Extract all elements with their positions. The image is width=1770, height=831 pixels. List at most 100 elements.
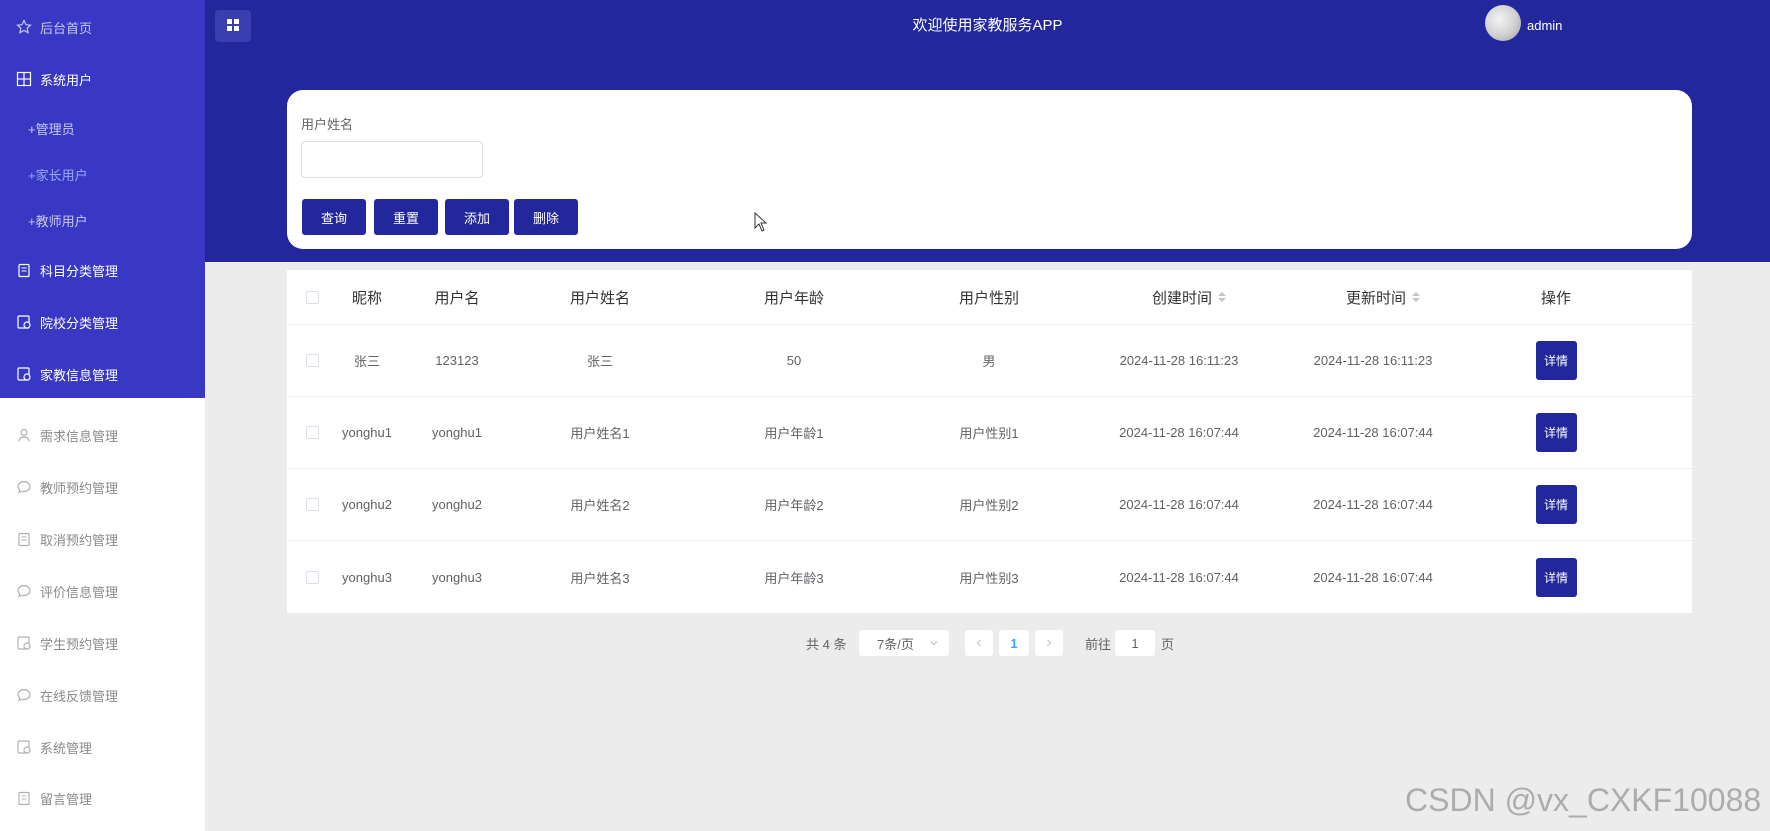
username[interactable]: admin <box>1527 18 1562 33</box>
sidebar-item-label: 科目分类管理 <box>40 263 119 279</box>
page-size-select[interactable]: 7条/页 <box>859 630 949 656</box>
sort-caret-icon[interactable] <box>1412 292 1420 302</box>
detail-button[interactable]: 详情 <box>1535 341 1577 380</box>
sidebar-item-label: 留言管理 <box>40 791 93 807</box>
cell-username: yonghu2 <box>432 497 482 512</box>
column-header: 用户年龄 <box>763 289 824 307</box>
sidebar-item-label: 评价信息管理 <box>40 584 119 600</box>
user-icon <box>16 427 32 443</box>
sidebar-item-review-info[interactable]: 评价信息管理 <box>0 571 205 611</box>
query-button[interactable]: 查询 <box>302 199 366 235</box>
cell-username: yonghu1 <box>432 425 482 440</box>
sidebar-item-label: 需求信息管理 <box>40 428 119 444</box>
select-all-checkbox[interactable] <box>305 290 319 304</box>
column-header: 用户姓名 <box>569 289 630 307</box>
cell-updated-time: 2024-11-28 16:07:44 <box>1313 497 1433 512</box>
cell-real-name: 用户姓名3 <box>570 570 630 586</box>
goto-page-input[interactable]: 1 <box>1115 630 1155 656</box>
row-checkbox[interactable] <box>305 354 319 367</box>
cell-created-time: 2024-11-28 16:07:44 <box>1119 497 1239 512</box>
page-size-label: 7条/页 <box>877 636 914 652</box>
cell-nickname: yonghu2 <box>342 497 392 512</box>
cell-gender: 用户性别3 <box>959 570 1019 586</box>
row-checkbox[interactable] <box>305 498 319 511</box>
cell-gender: 男 <box>982 354 996 369</box>
sidebar-item-system-users[interactable]: 系统用户 <box>0 59 205 99</box>
reset-button[interactable]: 重置 <box>374 199 438 235</box>
sidebar-item-label: +管理员 <box>28 121 75 137</box>
cell-real-name: 用户姓名2 <box>570 498 630 513</box>
cell-age: 50 <box>786 353 802 368</box>
sidebar-item-teacher-booking[interactable]: 教师预约管理 <box>0 467 205 507</box>
add-button[interactable]: 添加 <box>445 199 509 235</box>
next-page-button[interactable] <box>1035 630 1063 656</box>
watermark: CSDN @vx_CXKF10088 <box>1405 782 1762 818</box>
cell-username: 123123 <box>435 353 479 368</box>
sidebar-item-subject-category[interactable]: 科目分类管理 <box>0 250 205 290</box>
sidebar-item-teacher-users[interactable]: +教师用户 <box>0 200 205 240</box>
chevron-left-icon <box>974 636 984 651</box>
grid-icon <box>16 71 32 87</box>
sidebar: 后台首页 系统用户 +管理员 +家长用户 +教师用户 科目分类管理 院校分类管理… <box>0 0 205 831</box>
sidebar-item-school-category[interactable]: 院校分类管理 <box>0 302 205 342</box>
sidebar-item-home[interactable]: 后台首页 <box>0 7 205 47</box>
created-time-header[interactable]: 创建时间 <box>1099 270 1279 324</box>
cell-gender: 用户性别1 <box>959 426 1019 441</box>
sidebar-item-student-booking[interactable]: 学生预约管理 <box>0 623 205 663</box>
mouse-cursor-icon <box>754 211 768 235</box>
sort-caret-icon[interactable] <box>1218 292 1226 302</box>
cell-updated-time: 2024-11-28 16:11:23 <box>1313 353 1433 368</box>
row-checkbox[interactable] <box>305 570 319 584</box>
updated-time-header[interactable]: 更新时间 <box>1293 270 1473 324</box>
star-icon <box>16 19 32 35</box>
sidebar-item-label: 院校分类管理 <box>40 315 119 331</box>
sidebar-item-online-feedback[interactable]: 在线反馈管理 <box>0 675 205 715</box>
sidebar-item-label: 学生预约管理 <box>40 636 119 652</box>
cell-gender: 用户性别2 <box>959 498 1019 513</box>
document-icon <box>16 366 32 382</box>
cell-age: 用户年龄3 <box>764 570 824 586</box>
user-name-search-input[interactable] <box>301 141 483 178</box>
detail-button[interactable]: 详情 <box>1535 557 1577 597</box>
sidebar-item-label: 教师预约管理 <box>40 480 119 496</box>
clipboard-icon <box>16 262 32 278</box>
cell-created-time: 2024-11-28 16:11:23 <box>1119 353 1239 368</box>
row-checkbox[interactable] <box>305 426 319 439</box>
cell-updated-time: 2024-11-28 16:07:44 <box>1313 569 1433 585</box>
delete-button[interactable]: 删除 <box>514 199 578 235</box>
chat-icon <box>16 479 32 495</box>
sidebar-item-tutor-info[interactable]: 家教信息管理 <box>0 354 205 394</box>
column-header-label: 更新时间 <box>1345 289 1406 307</box>
pagination-total: 共 4 条 <box>806 636 847 652</box>
cell-real-name: 张三 <box>586 354 613 369</box>
sidebar-item-demand-info[interactable]: 需求信息管理 <box>0 415 205 455</box>
goto-label: 前往 <box>1085 636 1112 652</box>
chat-icon <box>16 583 32 599</box>
sidebar-item-system-management[interactable]: 系统管理 <box>0 727 205 767</box>
column-header: 用户名 <box>434 289 480 307</box>
page-number-current[interactable]: 1 <box>999 630 1029 656</box>
table-row: yonghu2 yonghu2 用户姓名2 用户年龄2 用户性别2 2024-1… <box>287 469 1692 541</box>
sidebar-item-parent-users[interactable]: +家长用户 <box>0 154 205 194</box>
sidebar-item-cancel-booking[interactable]: 取消预约管理 <box>0 519 205 559</box>
prev-page-button[interactable] <box>965 630 993 656</box>
sidebar-item-label: 系统管理 <box>40 740 93 756</box>
detail-button[interactable]: 详情 <box>1535 485 1577 524</box>
clipboard-icon <box>16 531 32 547</box>
avatar[interactable] <box>1485 5 1521 41</box>
cell-nickname: 张三 <box>353 354 380 369</box>
sidebar-item-admin[interactable]: +管理员 <box>0 108 205 148</box>
cell-real-name: 用户姓名1 <box>570 426 630 441</box>
cell-updated-time: 2024-11-28 16:07:44 <box>1313 425 1433 440</box>
table-row: 张三 123123 张三 50 男 2024-11-28 16:11:23 20… <box>287 325 1692 397</box>
chat-icon <box>16 687 32 703</box>
sidebar-item-label: 系统用户 <box>40 72 93 88</box>
chevron-down-icon <box>929 636 939 651</box>
sidebar-item-label: 家教信息管理 <box>40 367 119 383</box>
cell-nickname: yonghu3 <box>342 569 392 585</box>
table-row: yonghu3 yonghu3 用户姓名3 用户年龄3 用户性别3 2024-1… <box>287 541 1692 613</box>
detail-button[interactable]: 详情 <box>1535 413 1577 452</box>
sidebar-item-message-management[interactable]: 留言管理 <box>0 778 205 818</box>
cell-nickname: yonghu1 <box>342 425 392 440</box>
users-table: 昵称 用户名 用户姓名 用户年龄 用户性别 创建时间 更新时间 操作 张三 12… <box>287 270 1692 613</box>
